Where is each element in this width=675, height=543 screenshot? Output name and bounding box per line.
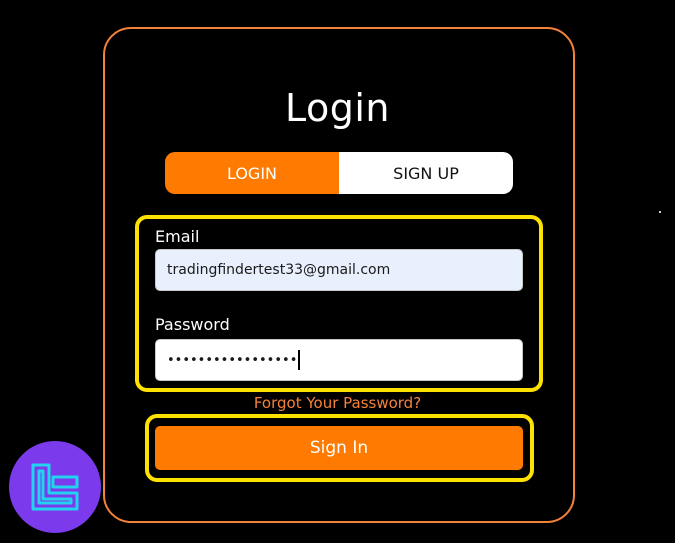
email-field[interactable]: tradingfindertest33@gmail.com [155,249,523,291]
email-value: tradingfindertest33@gmail.com [167,262,391,278]
tab-login[interactable]: LOGIN [165,152,339,194]
sign-in-button[interactable]: Sign In [155,426,523,470]
forgot-password-link[interactable]: Forgot Your Password? [0,394,675,412]
auth-tabs: LOGIN SIGN UP [165,152,513,194]
brand-logo [9,441,101,533]
password-value: ••••••••••••••••• [167,352,298,368]
stray-dot [659,211,661,213]
tab-sign-up[interactable]: SIGN UP [339,152,513,194]
password-field[interactable]: ••••••••••••••••• [155,339,523,381]
text-caret [298,350,300,370]
tf-logo-icon [31,463,79,511]
email-label: Email [155,227,200,246]
page: Login LOGIN SIGN UP Email tradingfindert… [0,0,675,543]
password-label: Password [155,315,230,334]
page-title: Login [284,86,390,130]
